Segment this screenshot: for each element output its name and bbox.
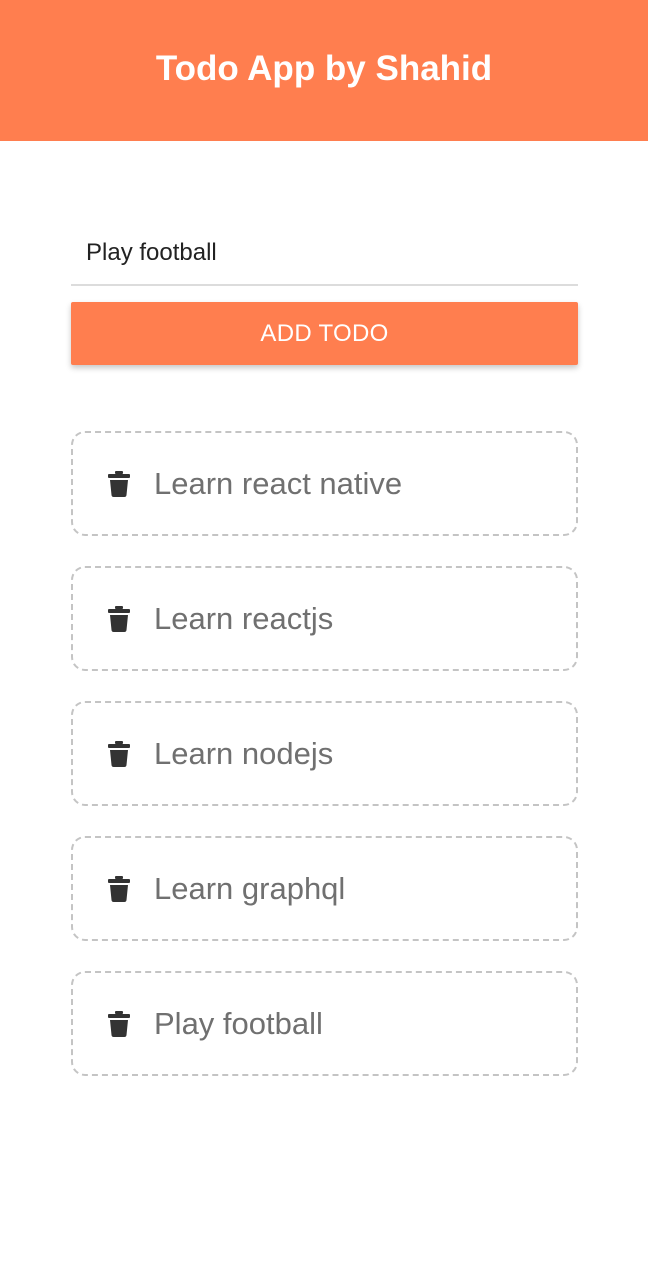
todo-item: Learn reactjs (71, 566, 578, 671)
todo-text: Learn react native (154, 465, 403, 501)
todo-text: Play football (154, 1005, 323, 1041)
todo-text: Learn nodejs (154, 735, 334, 771)
todo-item: Learn nodejs (71, 701, 578, 806)
todo-text: Learn graphql (154, 870, 346, 906)
todo-item: Play football (71, 971, 578, 1076)
trash-icon[interactable] (108, 1010, 130, 1037)
todo-item: Learn graphql (71, 836, 578, 941)
app-header: Todo App by Shahid (0, 0, 648, 141)
trash-icon[interactable] (108, 470, 130, 497)
todo-list: Learn react native Learn reactjs Learn n… (71, 431, 578, 1106)
todo-item: Learn react native (71, 431, 578, 536)
add-todo-button[interactable]: ADD TODO (71, 302, 578, 365)
trash-icon[interactable] (108, 740, 130, 767)
app-title: Todo App by Shahid (155, 48, 493, 88)
todo-input[interactable] (71, 222, 578, 284)
trash-icon[interactable] (108, 875, 130, 902)
todo-text: Learn reactjs (154, 600, 334, 636)
todo-input-wrapper (71, 222, 578, 286)
trash-icon[interactable] (108, 605, 130, 632)
